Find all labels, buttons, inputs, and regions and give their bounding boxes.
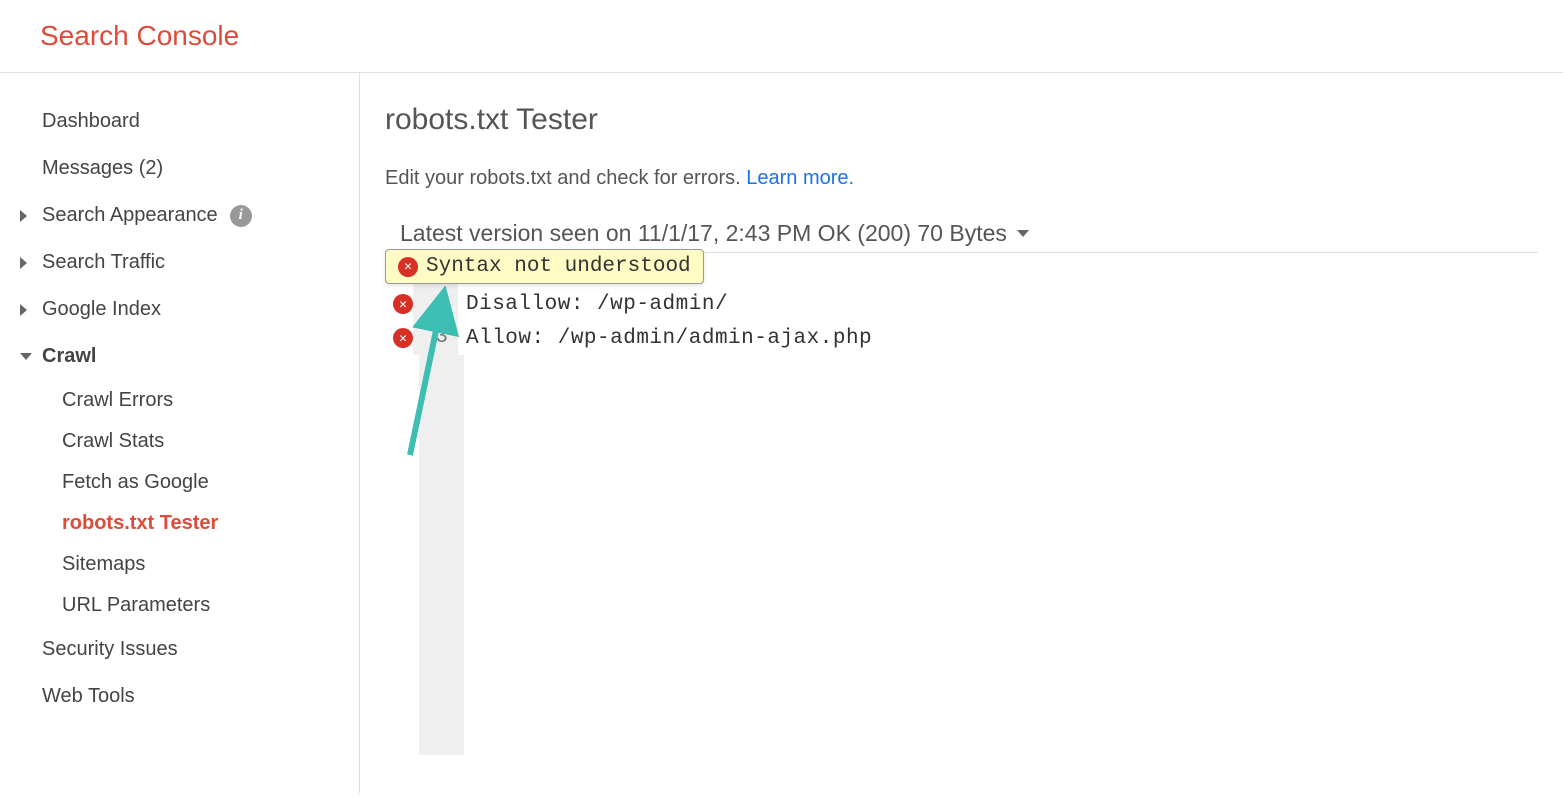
app-logo[interactable]: Search Console xyxy=(40,20,1523,52)
arrow-annotation xyxy=(405,285,475,465)
chevron-down-icon xyxy=(1017,230,1029,237)
sidebar-subitem-sitemaps[interactable]: Sitemaps xyxy=(20,544,359,585)
page-title: robots.txt Tester xyxy=(385,103,1538,137)
sidebar-item-search-appearance[interactable]: Search Appearance i xyxy=(20,192,359,239)
editor-line: ✕ 2 Disallow: /wp-admin/ xyxy=(385,287,1538,321)
sidebar-item-google-index[interactable]: Google Index xyxy=(20,286,359,333)
sidebar-item-messages[interactable]: Messages (2) xyxy=(20,145,359,192)
sidebar-subitem-fetch-as-google[interactable]: Fetch as Google xyxy=(20,462,359,503)
learn-more-link[interactable]: Learn more. xyxy=(746,167,854,189)
editor-line: ✕ 3 Allow: /wp-admin/admin-ajax.php xyxy=(385,321,1538,355)
sidebar-subitem-robots-tester[interactable]: robots.txt Tester xyxy=(20,503,359,544)
chevron-right-icon xyxy=(20,210,27,222)
version-dropdown[interactable]: Latest version seen on 11/1/17, 2:43 PM … xyxy=(385,220,1538,247)
line-text[interactable]: Disallow: /wp-admin/ xyxy=(458,293,728,316)
sidebar: Dashboard Messages (2) Search Appearance… xyxy=(0,73,360,793)
line-text[interactable]: Allow: /wp-admin/admin-ajax.php xyxy=(458,327,872,350)
sidebar-item-dashboard[interactable]: Dashboard xyxy=(20,98,359,145)
header: Search Console xyxy=(0,0,1563,73)
sidebar-subitem-crawl-errors[interactable]: Crawl Errors xyxy=(20,380,359,421)
sidebar-item-search-traffic[interactable]: Search Traffic xyxy=(20,239,359,286)
main-content: robots.txt Tester Edit your robots.txt a… xyxy=(360,73,1563,793)
error-tooltip: ✕ Syntax not understood xyxy=(385,249,704,284)
sidebar-item-security-issues[interactable]: Security Issues xyxy=(20,626,359,673)
error-icon: ✕ xyxy=(398,257,418,277)
sidebar-item-crawl[interactable]: Crawl xyxy=(20,333,359,380)
sidebar-subitem-crawl-stats[interactable]: Crawl Stats xyxy=(20,421,359,462)
page-subtitle: Edit your robots.txt and check for error… xyxy=(385,167,1538,190)
sidebar-item-web-tools[interactable]: Web Tools xyxy=(20,673,359,720)
chevron-down-icon xyxy=(20,353,32,360)
chevron-right-icon xyxy=(20,257,27,269)
chevron-right-icon xyxy=(20,304,27,316)
robots-editor[interactable]: ✕ 1 ·User-agent: * ✕ 2 Disallow: /wp-adm… xyxy=(385,252,1538,755)
sidebar-subitem-url-parameters[interactable]: URL Parameters xyxy=(20,585,359,626)
info-icon[interactable]: i xyxy=(230,205,252,227)
